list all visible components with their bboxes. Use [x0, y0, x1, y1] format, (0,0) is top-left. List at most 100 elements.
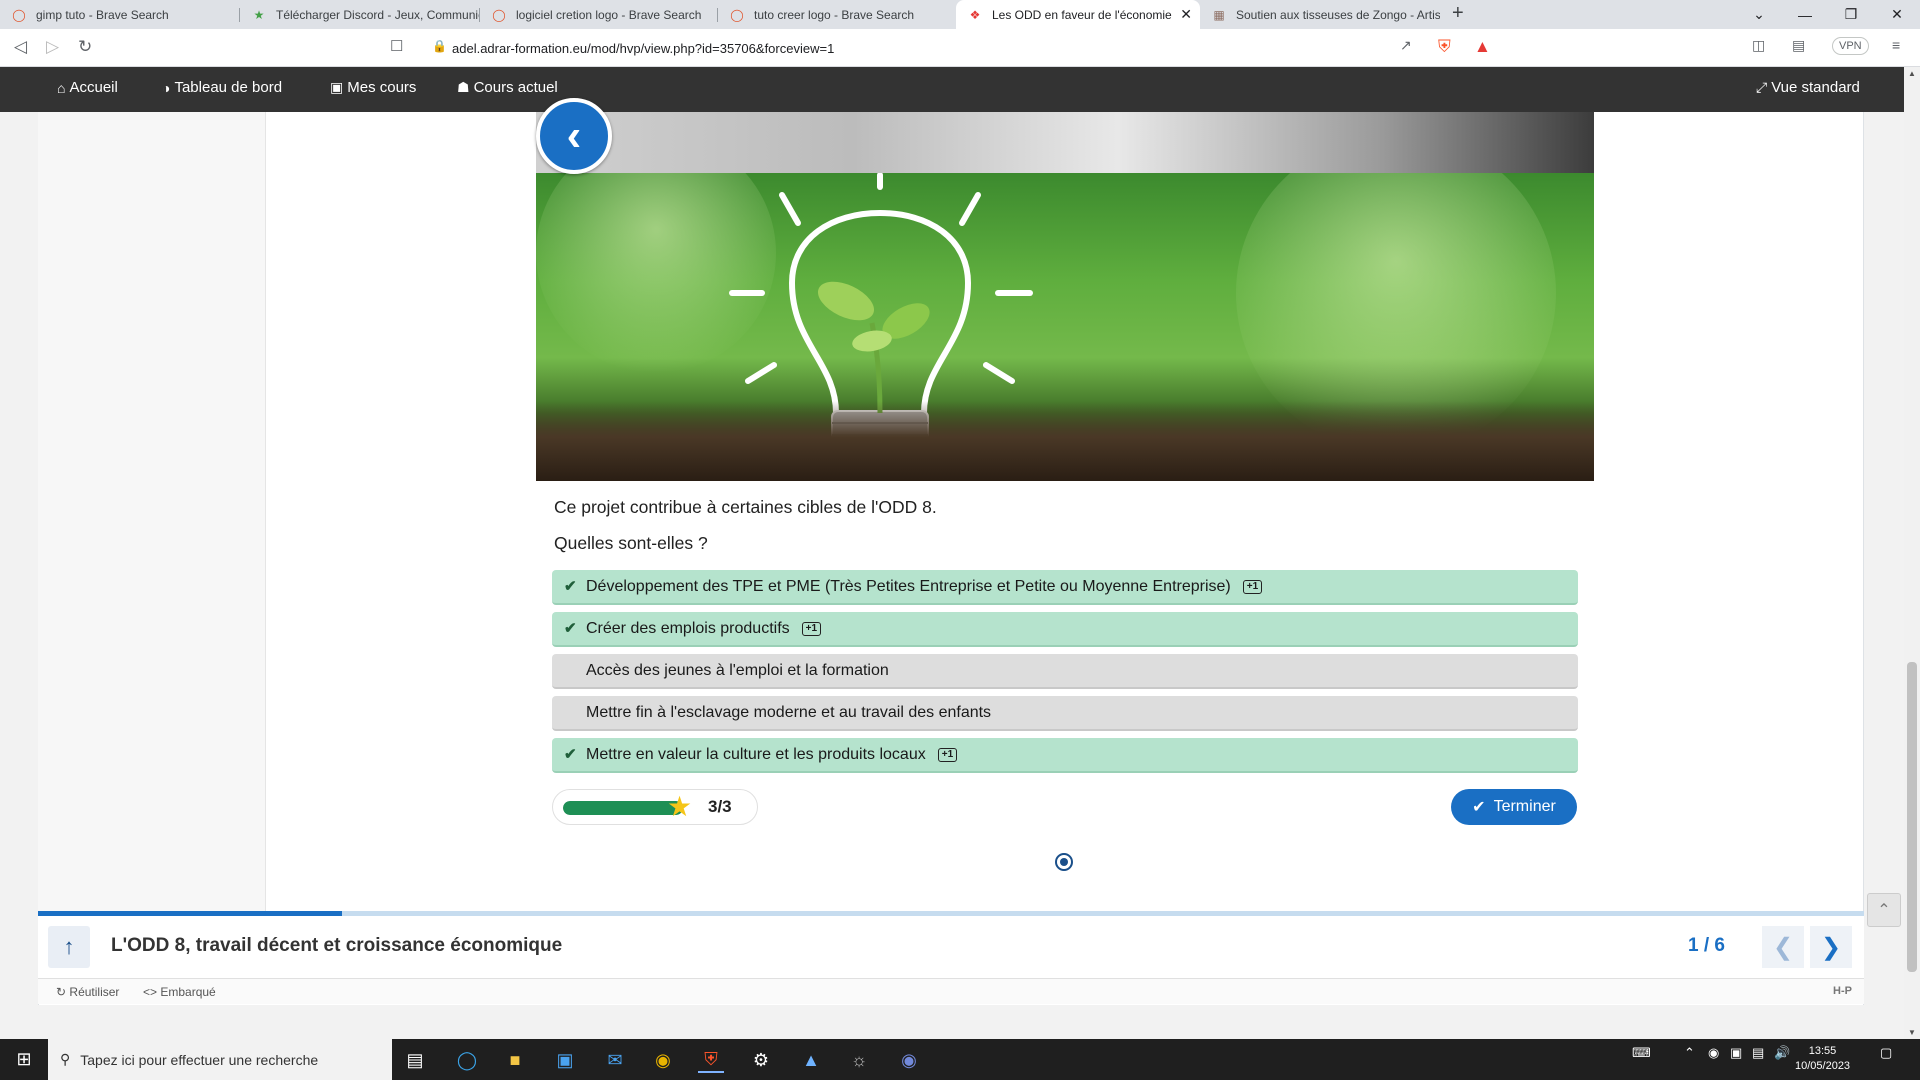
answer-text: Développement des TPE et PME (Très Petit…	[586, 577, 1231, 595]
chevron-left-icon: ‹	[566, 111, 582, 160]
sitemap-icon: ☗	[457, 79, 470, 95]
question-text: Ce projet contribue à certaines cibles d…	[554, 497, 937, 517]
previous-slide-image-strip	[536, 112, 1594, 173]
reload-icon[interactable]: ↻	[78, 37, 92, 57]
browser-tab-strip: ◯ gimp tuto - Brave Search ★ Télécharger…	[0, 0, 1920, 29]
wallet-icon[interactable]: ▤	[1792, 37, 1805, 54]
embed-button[interactable]: <> Embarqué	[143, 985, 216, 999]
next-slide-nav-button[interactable]: ❯	[1810, 926, 1852, 968]
score-indicator: ★ 3/3	[552, 789, 758, 825]
embed-label: Embarqué	[160, 985, 216, 999]
h5p-logo[interactable]: H-P	[1833, 985, 1852, 997]
tab-logiciel-logo[interactable]: ◯ logiciel cretion logo - Brave Search	[480, 0, 718, 29]
checkmark-icon: ✔	[564, 578, 577, 595]
answer-option-2[interactable]: ✔ Créer des emplois productifs +1	[552, 612, 1578, 647]
slide-title: L'ODD 8, travail décent et croissance éc…	[111, 935, 563, 956]
brave-search-icon: ◯	[730, 7, 744, 22]
code-icon: <>	[143, 985, 158, 999]
nav-label: Cours actuel	[473, 79, 558, 96]
score-text: 3/3	[708, 797, 732, 816]
lock-icon: 🔒	[432, 39, 447, 53]
scroll-down-icon[interactable]: ▼	[1908, 1028, 1916, 1037]
edge-icon[interactable]: ◯	[454, 1047, 480, 1073]
nav-label: Mes cours	[347, 79, 417, 96]
system-clock[interactable]: 13:55 10/05/2023	[1795, 1044, 1850, 1074]
settings-icon[interactable]: ⚙	[748, 1047, 774, 1073]
chevron-up-tray-icon[interactable]: ⌃	[1684, 1045, 1695, 1061]
volume-icon[interactable]: 🔊	[1774, 1045, 1790, 1061]
clock-date: 10/05/2023	[1795, 1060, 1851, 1072]
meet-now-icon[interactable]: ◉	[1708, 1045, 1719, 1061]
file-explorer-icon[interactable]: ■	[502, 1047, 528, 1073]
tab-title: logiciel cretion logo - Brave Search	[516, 7, 702, 22]
slide-dot-indicator[interactable]	[1055, 853, 1073, 871]
gimp-icon[interactable]: ☼	[846, 1047, 872, 1073]
discord-app-icon[interactable]: ◉	[896, 1047, 922, 1073]
back-arrow-icon[interactable]: ◁	[14, 37, 27, 57]
answer-option-1[interactable]: ✔ Développement des TPE et PME (Très Pet…	[552, 570, 1578, 605]
tab-title: gimp tuto - Brave Search	[36, 7, 169, 22]
sidebar-toggle-icon[interactable]: ◫	[1752, 37, 1765, 54]
toggle-summary-button[interactable]: ↑	[48, 926, 90, 968]
tab-search-icon[interactable]: ⌄	[1736, 0, 1782, 29]
restore-button[interactable]: ❐	[1828, 0, 1874, 29]
url-field[interactable]: 🔒 adel.adrar-formation.eu/mod/hvp/view.p…	[420, 33, 1490, 63]
webcam-icon[interactable]: ▣	[1730, 1045, 1742, 1061]
nav-accueil[interactable]: ⌂ Accueil	[57, 79, 118, 96]
checkmark-icon: ✔	[564, 620, 577, 637]
minimize-button[interactable]: —	[1782, 0, 1828, 29]
previous-slide-nav-button[interactable]: ❮	[1762, 926, 1804, 968]
tab-title: Soutien aux tisseuses de Zongo - Artis	[1236, 7, 1440, 22]
forward-arrow-icon[interactable]: ▷	[46, 37, 59, 57]
answer-option-4[interactable]: Mettre fin à l'esclavage moderne et au t…	[552, 696, 1578, 731]
question-prompt: Quelles sont-elles ?	[554, 533, 708, 553]
finish-button[interactable]: ✔ Terminer	[1451, 789, 1577, 825]
close-tab-icon[interactable]: ✕	[1180, 6, 1192, 23]
answer-option-5[interactable]: ✔ Mettre en valeur la culture et les pro…	[552, 738, 1578, 773]
answer-text: Mettre en valeur la culture et les produ…	[586, 745, 926, 763]
previous-slide-button[interactable]: ‹	[536, 98, 612, 174]
chrome-icon[interactable]: ◉	[650, 1047, 676, 1073]
nav-cours-actuel[interactable]: ☗ Cours actuel	[457, 79, 558, 96]
site-navbar: ⌂ Accueil ◑ Tableau de bord ▣ Mes cours …	[0, 67, 1904, 112]
taskbar-search-box[interactable]: ⚲ Tapez ici pour effectuer une recherche	[48, 1039, 392, 1080]
reuse-button[interactable]: ↻ Réutiliser	[56, 985, 119, 999]
store-icon[interactable]: ▣	[552, 1047, 578, 1073]
brave-shield-icon[interactable]: ⛨	[1438, 37, 1451, 57]
menu-icon[interactable]: ≡	[1892, 37, 1900, 53]
task-view-icon[interactable]: ▤	[402, 1047, 428, 1073]
nav-tableau-de-bord[interactable]: ◑ Tableau de bord	[162, 79, 282, 96]
vpn-button[interactable]: VPN	[1832, 37, 1869, 55]
slide-pager: 1 / 6	[1688, 935, 1725, 956]
points-badge: +1	[937, 747, 958, 762]
nav-label: Vue standard	[1771, 79, 1860, 96]
tab-zongo[interactable]: ▦ Soutien aux tisseuses de Zongo - Artis	[1200, 0, 1440, 29]
keyboard-icon[interactable]: ⌨	[1632, 1045, 1651, 1061]
tab-discord[interactable]: ★ Télécharger Discord - Jeux, Communic	[240, 0, 480, 29]
brave-rewards-icon[interactable]: ▲	[1474, 37, 1491, 57]
tab-odd-active[interactable]: ❖ Les ODD en faveur de l'économie ✕	[956, 0, 1200, 29]
new-tab-button[interactable]: +	[1452, 2, 1464, 25]
nav-vue-standard[interactable]: ⤢ Vue standard	[1756, 79, 1860, 96]
scroll-up-icon[interactable]: ▲	[1908, 69, 1916, 78]
scrollbar-thumb[interactable]	[1907, 662, 1917, 972]
answer-option-3[interactable]: Accès des jeunes à l'emploi et la format…	[552, 654, 1578, 689]
bookmark-icon[interactable]: ☐	[390, 37, 403, 55]
tab-tuto-logo[interactable]: ◯ tuto creer logo - Brave Search	[718, 0, 956, 29]
network-icon[interactable]: ▤	[1752, 1045, 1764, 1061]
tab-gimp-tuto[interactable]: ◯ gimp tuto - Brave Search	[0, 0, 240, 29]
mail-icon[interactable]: ✉	[602, 1047, 628, 1073]
nav-mes-cours[interactable]: ▣ Mes cours	[330, 79, 416, 96]
nav-label: Accueil	[69, 79, 118, 96]
brave-icon[interactable]: ⛨	[698, 1047, 724, 1073]
windows-start-icon[interactable]: ⊞	[0, 1039, 48, 1080]
droplet-app-icon[interactable]: ▲	[798, 1047, 824, 1073]
share-icon[interactable]: ↗	[1400, 37, 1412, 54]
close-window-button[interactable]: ✕	[1874, 0, 1920, 29]
page-scrollbar[interactable]: ▲ ▼	[1904, 67, 1920, 1039]
clock-time: 13:55	[1808, 1045, 1837, 1057]
discord-icon: ★	[253, 7, 265, 22]
notifications-icon[interactable]: ▢	[1880, 1045, 1892, 1061]
points-badge: +1	[801, 621, 822, 636]
back-to-top-button[interactable]: ⌃	[1867, 893, 1901, 927]
